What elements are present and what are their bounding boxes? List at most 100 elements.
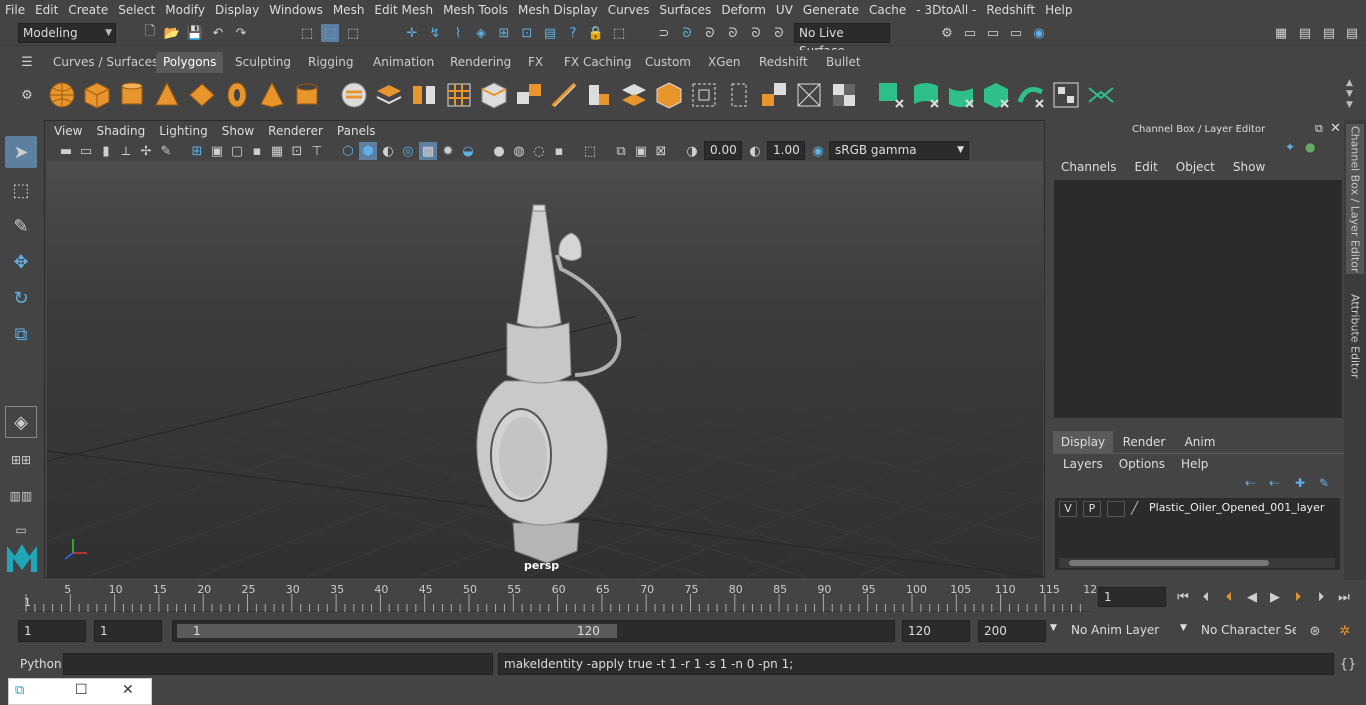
depth-of-field-icon[interactable]: ▪ — [550, 142, 568, 160]
close-panel-icon[interactable]: ✕ — [1330, 121, 1341, 136]
menu-uv[interactable]: UV — [771, 0, 798, 20]
bridge-icon[interactable] — [619, 80, 649, 110]
select-tool-icon[interactable]: ➤ — [5, 136, 37, 168]
menu-3dtoall[interactable]: - 3DtoAll - — [911, 0, 981, 20]
append-icon[interactable] — [584, 80, 614, 110]
wireframe-on-shaded-icon[interactable]: ◎ — [399, 142, 417, 160]
shelf-settings-icon[interactable]: ⚙ — [18, 86, 36, 104]
select-lock-icon[interactable]: ⬚ — [610, 24, 628, 42]
menu-surfaces[interactable]: Surfaces — [654, 0, 716, 20]
chevron-down-icon[interactable]: ▼ — [1050, 623, 1057, 633]
menu-curves[interactable]: Curves — [603, 0, 655, 20]
tab-anim[interactable]: Anim — [1175, 431, 1225, 453]
step-back-key-icon[interactable]: ⏴ — [1220, 588, 1238, 606]
screen-ambient-occlusion-icon[interactable]: ● — [490, 142, 508, 160]
snap-view-icon[interactable]: ◈ — [472, 24, 490, 42]
modeling-toolkit-icon[interactable]: ▤ — [1296, 24, 1314, 42]
channel-list[interactable] — [1054, 180, 1342, 418]
show-menu[interactable]: Show — [1221, 160, 1277, 180]
menu-mesh-display[interactable]: Mesh Display — [513, 0, 603, 20]
resolution-gate-icon[interactable]: ▢ — [228, 142, 246, 160]
end-frame-field[interactable]: 200 — [978, 620, 1046, 642]
extract-icon[interactable] — [409, 80, 439, 110]
camera-attributes-icon[interactable]: ▭ — [77, 142, 95, 160]
tab-rigging[interactable]: Rigging — [301, 52, 360, 73]
menu-windows[interactable]: Windows — [264, 0, 328, 20]
smooth-shade-icon[interactable]: ⬢ — [359, 142, 377, 160]
tab-display[interactable]: Display — [1053, 431, 1113, 453]
lasso-tool-icon[interactable]: ⬚ — [5, 174, 37, 206]
extrude-icon[interactable] — [514, 80, 544, 110]
new-scene-icon[interactable]: 🗋 — [141, 24, 159, 42]
menu-redshift[interactable]: Redshift — [981, 0, 1040, 20]
script-editor-icon[interactable]: {} — [1339, 655, 1357, 673]
tab-bullet[interactable]: Bullet — [819, 52, 868, 73]
menu-mesh-tools[interactable]: Mesh Tools — [438, 0, 513, 20]
motion-blur-icon[interactable]: ◍ — [510, 142, 528, 160]
xray-active-icon[interactable]: ▣ — [632, 142, 650, 160]
tab-xgen[interactable]: XGen — [701, 52, 748, 73]
menu-deform[interactable]: Deform — [716, 0, 771, 20]
play-forwards-icon[interactable]: ▶ — [1266, 588, 1284, 606]
menu-edit[interactable]: Edit — [30, 0, 63, 20]
menu-display[interactable]: Display — [210, 0, 264, 20]
isolate-select-icon[interactable]: ⬚ — [581, 142, 599, 160]
magnet-icon[interactable]: ⊃ — [655, 24, 673, 42]
safe-title-icon[interactable]: ⊤ — [308, 142, 326, 160]
lasso-3-icon[interactable]: ᘐ — [724, 24, 742, 42]
tab-polygons[interactable]: Polygons — [156, 52, 224, 73]
tab-sculpting[interactable]: Sculpting — [228, 52, 298, 73]
object-menu[interactable]: Object — [1170, 160, 1221, 180]
script-language-label[interactable]: Python — [20, 657, 62, 671]
playback-start-field[interactable]: 1 — [94, 620, 162, 642]
green-tool-3-icon[interactable] — [946, 80, 976, 110]
layer-type-toggle[interactable] — [1107, 501, 1125, 517]
fill-hole-icon[interactable] — [654, 80, 684, 110]
move-layer-up-icon[interactable]: ⇠ — [1245, 476, 1255, 490]
gamma-icon[interactable]: ◐ — [746, 142, 764, 160]
gamma-field[interactable]: 1.00 — [767, 141, 805, 160]
smooth-icon[interactable] — [444, 80, 474, 110]
menu-edit-mesh[interactable]: Edit Mesh — [369, 0, 438, 20]
color-management-icon[interactable]: ◉ — [809, 142, 827, 160]
step-forward-key-icon[interactable]: ⏵ — [1289, 588, 1307, 606]
xray-joints-icon[interactable]: ⧉ — [612, 142, 630, 160]
maximize-icon[interactable]: ☐ — [75, 682, 88, 698]
render-globals-icon[interactable]: ▭ — [1007, 24, 1025, 42]
redo-icon[interactable]: ↷ — [232, 24, 250, 42]
use-all-lights-icon[interactable]: ✹ — [439, 142, 457, 160]
command-input[interactable] — [63, 653, 493, 675]
menu-create[interactable]: Create — [63, 0, 113, 20]
cylindrical-uv-icon[interactable] — [724, 80, 754, 110]
chevron-down-icon[interactable]: ▼ — [1180, 623, 1187, 633]
lasso-5-icon[interactable]: ᘐ — [770, 24, 788, 42]
snap-edge-icon[interactable]: ⊡ — [518, 24, 536, 42]
tab-fx[interactable]: FX — [521, 52, 550, 73]
restore-app-icon[interactable]: ⧉ — [15, 683, 24, 698]
workspace-icon[interactable]: ▦ — [1272, 24, 1290, 42]
ipr-render-icon[interactable]: ▭ — [984, 24, 1002, 42]
anim-layer-dropdown[interactable]: No Anim Layer — [1066, 620, 1176, 642]
render-settings-icon[interactable]: ⚙ — [938, 24, 956, 42]
perspective-viewport[interactable]: persp — [47, 161, 1043, 577]
layer-playback-toggle[interactable]: P — [1083, 501, 1101, 517]
options-menu[interactable]: Options — [1113, 457, 1171, 471]
checker-icon[interactable] — [829, 80, 859, 110]
poly-sphere-icon[interactable] — [47, 80, 77, 110]
separate-icon[interactable] — [374, 80, 404, 110]
animation-prefs-icon[interactable]: ✲ — [1336, 622, 1354, 640]
play-backwards-icon[interactable]: ◀ — [1243, 588, 1261, 606]
uv-editor-icon[interactable] — [794, 80, 824, 110]
poly-plane-icon[interactable] — [187, 80, 217, 110]
grid-toggle-icon[interactable]: ⊞ — [188, 142, 206, 160]
layer-color-icon[interactable]: ╱ — [1131, 501, 1147, 517]
green-tool-2-icon[interactable] — [911, 80, 941, 110]
bookmark-icon[interactable]: ▮ — [97, 142, 115, 160]
menu-select[interactable]: Select — [113, 0, 160, 20]
tab-redshift[interactable]: Redshift — [752, 52, 815, 73]
render-frame-icon[interactable]: ▭ — [961, 24, 979, 42]
menu-generate[interactable]: Generate — [798, 0, 864, 20]
new-layer-selected-icon[interactable]: ✎ — [1319, 476, 1329, 490]
step-forward-frame-icon[interactable]: ⏵ — [1312, 588, 1330, 606]
xray-icon[interactable]: ▩ — [419, 142, 437, 160]
